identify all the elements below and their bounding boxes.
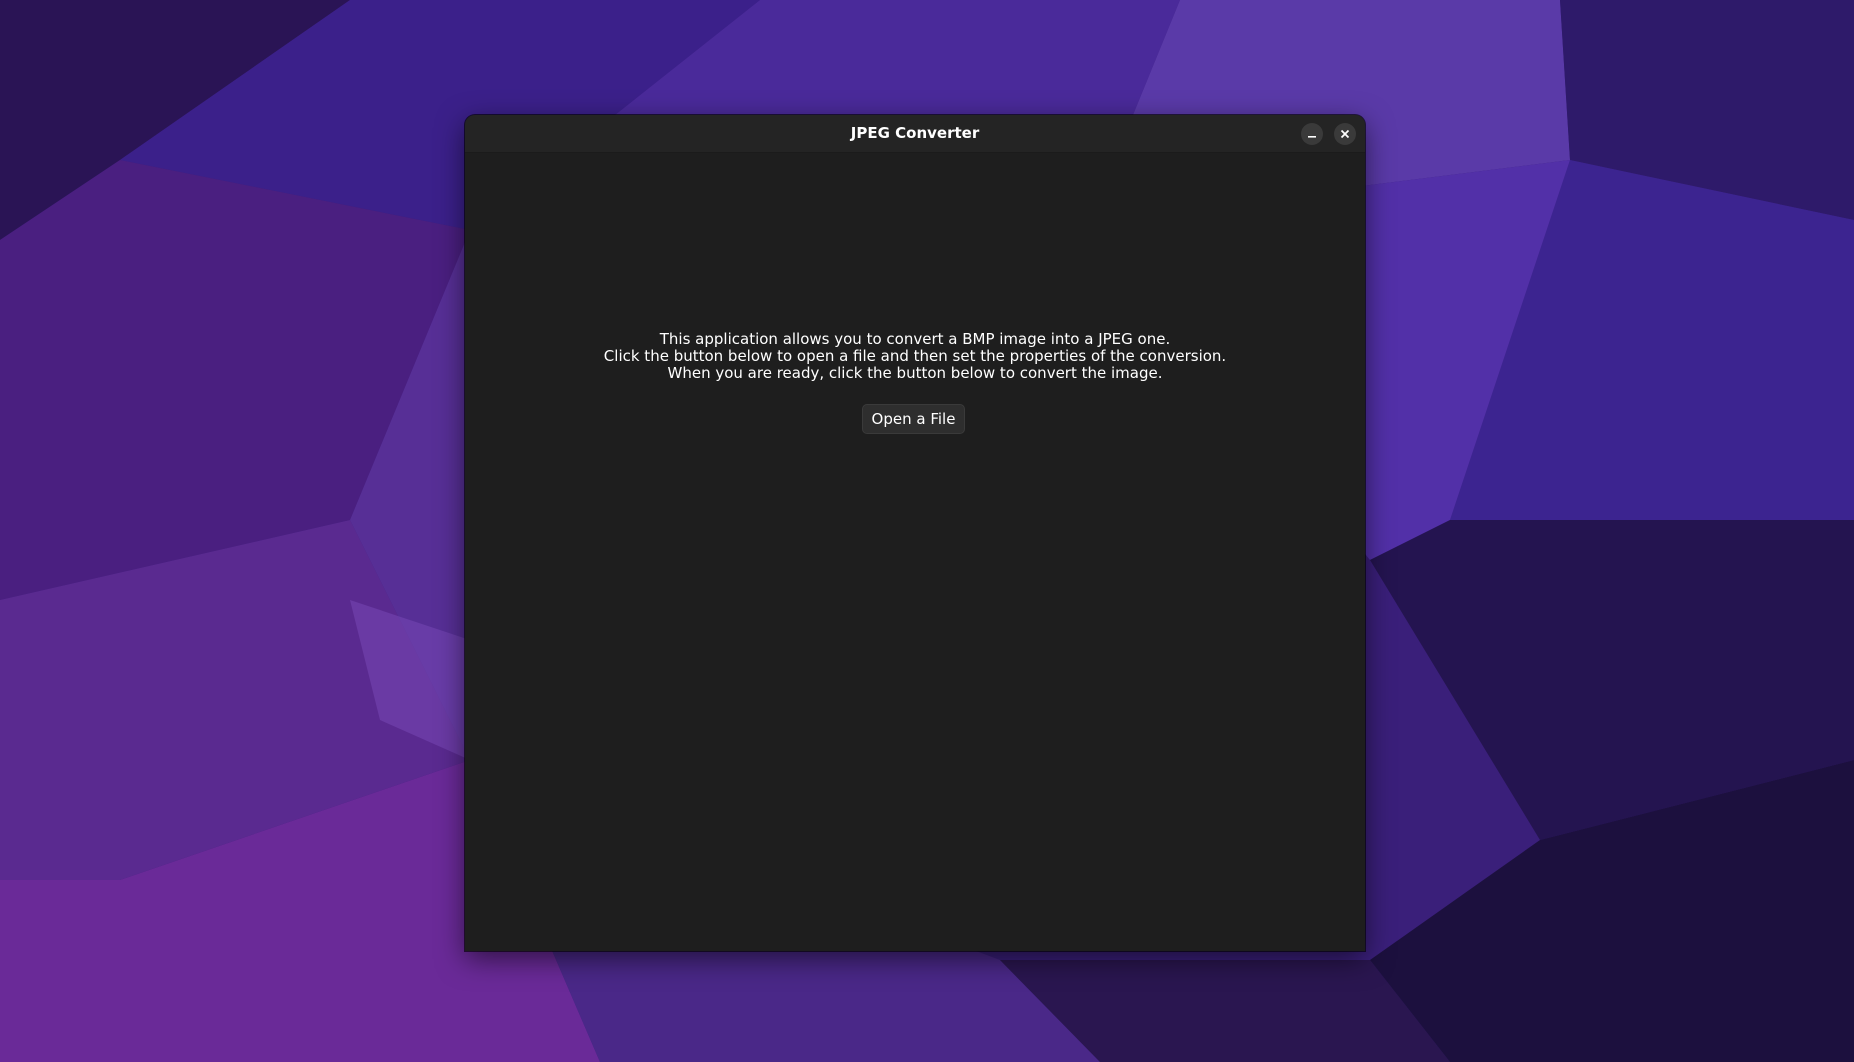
- minimize-button[interactable]: [1301, 123, 1323, 145]
- intro-line-1: This application allows you to convert a…: [659, 330, 1171, 348]
- intro-line-3: When you are ready, click the button bel…: [667, 364, 1163, 382]
- minimize-icon: [1308, 136, 1316, 138]
- window-title: JPEG Converter: [850, 124, 980, 142]
- window-content: This application allows you to convert a…: [465, 153, 1365, 951]
- desktop: JPEG Converter This application allows y…: [0, 0, 1854, 1062]
- open-file-button[interactable]: Open a File: [862, 404, 965, 434]
- app-window: JPEG Converter This application allows y…: [465, 115, 1365, 951]
- intro-line-2: Click the button below to open a file an…: [603, 347, 1227, 365]
- intro-text: This application allows you to convert a…: [465, 331, 1365, 382]
- close-icon: [1340, 129, 1350, 139]
- titlebar[interactable]: JPEG Converter: [465, 115, 1365, 153]
- close-button[interactable]: [1334, 123, 1356, 145]
